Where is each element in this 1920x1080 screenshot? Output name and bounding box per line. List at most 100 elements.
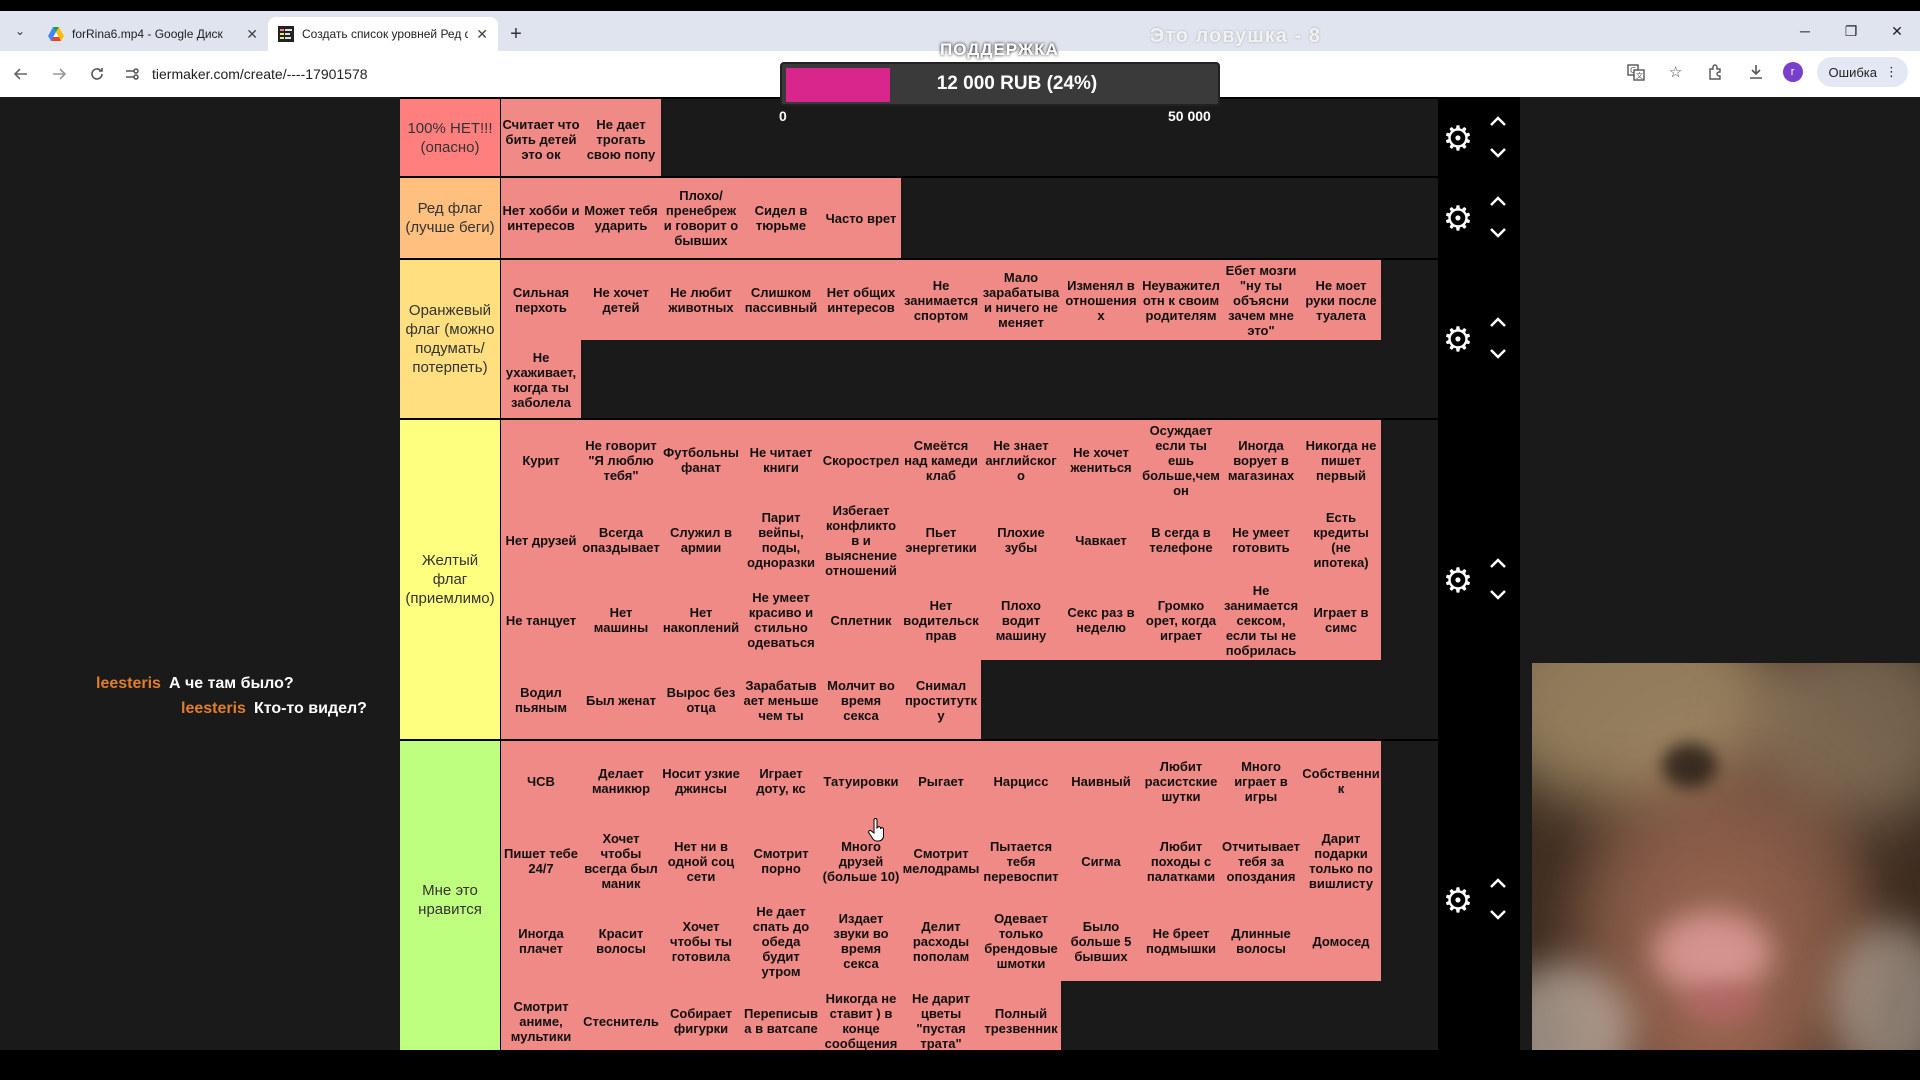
tier-item[interactable]: Есть кредиты (не ипотека) <box>1301 500 1381 580</box>
tier-item[interactable]: Длинные волосы <box>1221 901 1301 981</box>
tier-item[interactable]: В сегда в телефоне <box>1141 500 1221 580</box>
tier-item[interactable]: Играет в симс <box>1301 580 1381 660</box>
tier-item[interactable]: Дарит подарки только по вишлисту <box>1301 821 1381 901</box>
tier-item[interactable]: Не дарит цветы "пустая трата" <box>901 981 981 1050</box>
tier-label[interactable]: Желтый флаг (приемлимо) <box>400 420 501 739</box>
tier-item[interactable]: Нет ни в одной соц сети <box>661 821 741 901</box>
tier-item[interactable]: Сильная перхоть <box>501 260 581 340</box>
gear-icon[interactable]: ⚙ <box>1442 321 1474 359</box>
url-field[interactable]: tiermaker.com/create/----17901578 <box>122 57 762 91</box>
tier-item[interactable]: Может тебя ударить <box>581 178 661 258</box>
tier-item[interactable]: Осуждает если ты ешь больше,чем он <box>1141 420 1221 500</box>
minimize-icon[interactable]: ─ <box>1782 11 1828 51</box>
site-settings-icon[interactable] <box>122 64 142 84</box>
tier-item[interactable]: Всегда опаздывает <box>581 500 661 580</box>
tier-item[interactable]: Никогда не ставит ) в конце сообщения <box>821 981 901 1050</box>
tier-item[interactable]: Нет водительск прав <box>901 580 981 660</box>
tier-item[interactable]: Играет доту, кс <box>741 741 821 821</box>
downloads-icon[interactable] <box>1743 59 1769 85</box>
tier-item[interactable]: Секс раз в неделю <box>1061 580 1141 660</box>
gear-icon[interactable]: ⚙ <box>1442 200 1474 238</box>
tier-item[interactable]: Рыгает <box>901 741 981 821</box>
extensions-icon[interactable] <box>1703 59 1729 85</box>
tier-item[interactable]: Смеётся над камеди клаб <box>901 420 981 500</box>
tier-item[interactable]: Смотрит аниме, мультики <box>501 981 581 1050</box>
tier-item[interactable]: Любит походы с палатками <box>1141 821 1221 901</box>
tier-item[interactable]: Смотрит мелодрамы <box>901 821 981 901</box>
tier-item[interactable]: Футбольны фанат <box>661 420 741 500</box>
chevron-up-icon[interactable] <box>1486 871 1510 895</box>
tier-item[interactable]: Было больше 5 бывших <box>1061 901 1141 981</box>
tier-item[interactable]: Смотрит порно <box>741 821 821 901</box>
tier-item[interactable]: Служил в армии <box>661 500 741 580</box>
translate-icon[interactable]: G文 <box>1623 59 1649 85</box>
tier-item[interactable]: Наивный <box>1061 741 1141 821</box>
tier-item[interactable]: Собственник <box>1301 741 1381 821</box>
tier-item[interactable]: Изменял в отношениях <box>1061 260 1141 340</box>
tier-item[interactable]: Нет общих интересов <box>821 260 901 340</box>
bookmark-star-icon[interactable]: ☆ <box>1663 59 1689 85</box>
tier-item[interactable]: Одевает только брендовые шмотки <box>981 901 1061 981</box>
tier-label[interactable]: Мне это нравится <box>400 741 501 1050</box>
tier-item[interactable]: Иногда ворует в магазинах <box>1221 420 1301 500</box>
chevron-up-icon[interactable] <box>1486 551 1510 575</box>
forward-icon[interactable] <box>42 57 76 91</box>
tier-item[interactable]: Много играет в игры <box>1221 741 1301 821</box>
tier-item[interactable]: Издает звуки во время секса <box>821 901 901 981</box>
tier-item[interactable]: ЧСВ <box>501 741 581 821</box>
tier-item[interactable]: Не занимается сексом, если ты не побрила… <box>1221 580 1301 660</box>
close-icon[interactable]: ✕ <box>246 26 258 43</box>
tier-item[interactable]: Плохо/ пренебрежи говорит о бывших <box>661 178 741 258</box>
tier-item[interactable]: Не умеет готовить <box>1221 500 1301 580</box>
chevron-down-icon[interactable] <box>1486 141 1510 165</box>
tier-item[interactable]: Мало зарабатыва и ничего не меняет <box>981 260 1061 340</box>
tier-item[interactable]: Зарабатывает меньше чем ты <box>741 660 821 740</box>
tier-item[interactable]: Иногда плачет <box>501 901 581 981</box>
tier-item[interactable]: Отчитывает тебя за опоздания <box>1221 821 1301 901</box>
tier-item[interactable]: Собирает фигурки <box>661 981 741 1050</box>
tier-item[interactable]: Не ухаживает, когда ты заболела <box>501 340 581 420</box>
close-icon[interactable]: ✕ <box>476 26 488 43</box>
back-icon[interactable] <box>4 57 38 91</box>
profile-avatar[interactable]: r <box>1782 62 1803 82</box>
tier-item[interactable]: Не умеет красиво и стильно одеваться <box>741 580 821 660</box>
tier-item[interactable]: Нет накоплений <box>661 580 741 660</box>
tier-item[interactable]: Сигма <box>1061 821 1141 901</box>
tier-item[interactable]: Громко орет, когда играет <box>1141 580 1221 660</box>
tier-item[interactable]: Полный трезвенник <box>981 981 1061 1050</box>
tier-item[interactable]: Молчит во время секса <box>821 660 901 740</box>
tier-item[interactable]: Делит расходы пополам <box>901 901 981 981</box>
tier-item[interactable]: Не знает английского <box>981 420 1061 500</box>
tier-item[interactable]: Не хочет жениться <box>1061 420 1141 500</box>
tier-item[interactable]: Хочет чтобы всегда был маник <box>581 821 661 901</box>
tier-item[interactable]: Красит волосы <box>581 901 661 981</box>
tier-item[interactable]: Часто врет <box>821 178 901 258</box>
tier-item[interactable]: Делает маникюр <box>581 741 661 821</box>
tab-tiermaker[interactable]: Создать список уровней Ред ф ✕ <box>268 17 498 51</box>
chevron-down-icon[interactable] <box>1486 221 1510 245</box>
chevron-down-icon[interactable] <box>1486 342 1510 366</box>
tier-item[interactable]: Татуировки <box>821 741 901 821</box>
chevron-up-icon[interactable] <box>1486 109 1510 133</box>
tab-google-drive[interactable]: forRina6.mp4 - Google Диск ✕ <box>38 17 268 51</box>
chevron-up-icon[interactable] <box>1486 189 1510 213</box>
close-window-icon[interactable]: ✕ <box>1874 11 1920 51</box>
tier-item[interactable]: Вырос без отца <box>661 660 741 740</box>
restore-icon[interactable]: ❐ <box>1828 11 1874 51</box>
tier-item[interactable]: Не говорит "Я люблю тебя" <box>581 420 661 500</box>
tier-item[interactable]: Пытается тебя перевоспит <box>981 821 1061 901</box>
tier-item[interactable]: Хочет чтобы ты готовила <box>661 901 741 981</box>
gear-icon[interactable]: ⚙ <box>1442 882 1474 920</box>
tier-item[interactable]: Не читает книги <box>741 420 821 500</box>
tier-item[interactable]: Водил пьяным <box>501 660 581 740</box>
tier-item[interactable]: Сидел в тюрьме <box>741 178 821 258</box>
tier-item[interactable]: Не моет руки после туалета <box>1301 260 1381 340</box>
tier-item[interactable]: Ебет мозги "ну ты объясни зачем мне это" <box>1221 260 1301 340</box>
reload-icon[interactable] <box>80 57 114 91</box>
tier-item[interactable]: Был женат <box>581 660 661 740</box>
tier-item[interactable]: Много друзей (больше 10) <box>821 821 901 901</box>
tier-item[interactable]: Никогда не пишет первый <box>1301 420 1381 500</box>
tier-item[interactable]: Плохо водит машину <box>981 580 1061 660</box>
tab-search-icon[interactable]: ⌄ <box>8 19 32 43</box>
new-tab-icon[interactable]: + <box>502 20 530 48</box>
